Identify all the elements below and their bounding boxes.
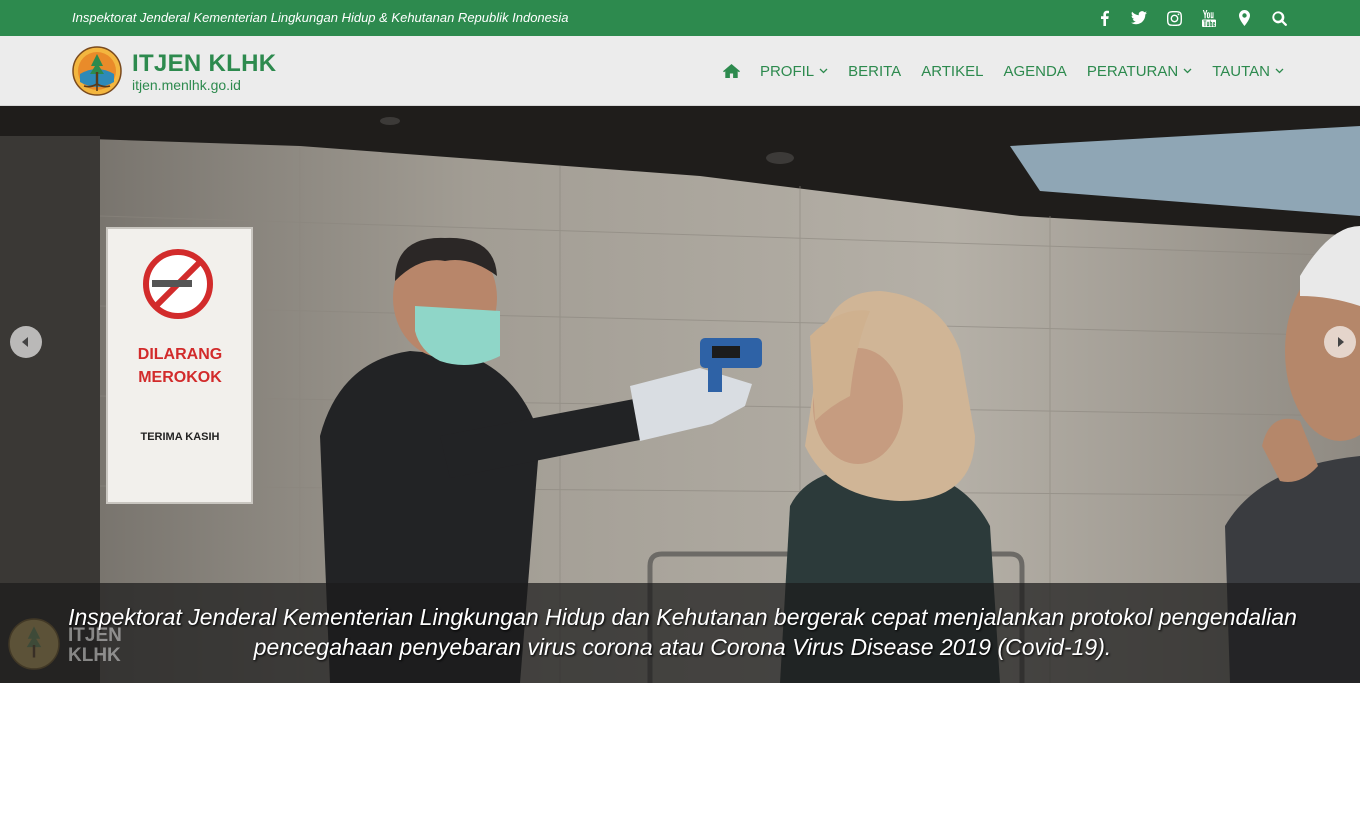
- nav-agenda[interactable]: AGENDA: [1003, 63, 1066, 80]
- youtube-icon[interactable]: [1200, 9, 1218, 27]
- nav-berita[interactable]: BERITA: [848, 63, 901, 80]
- slide-caption: Inspektorat Jenderal Kementerian Lingkun…: [68, 604, 1297, 660]
- klhk-logo[interactable]: [72, 46, 122, 96]
- topbar-tagline: Inspektorat Jenderal Kementerian Lingkun…: [72, 10, 569, 25]
- chevron-down-icon: [1183, 68, 1192, 74]
- watermark-line-2: KLHK: [68, 645, 121, 666]
- nav-artikel-label: ARTIKEL: [921, 62, 984, 80]
- nav-berita-label: BERITA: [848, 62, 902, 80]
- home-icon: [722, 64, 740, 78]
- nav-tautan[interactable]: TAUTAN: [1212, 63, 1284, 80]
- sign-text-2: MEROKOK: [138, 369, 222, 386]
- facebook-icon[interactable]: [1095, 9, 1113, 27]
- arrow-left-icon: [22, 337, 28, 347]
- chevron-down-icon: [819, 68, 828, 74]
- slider-prev-button[interactable]: [10, 326, 42, 358]
- arrow-right-icon: [1338, 337, 1344, 347]
- nav-tautan-label: TAUTAN: [1212, 62, 1270, 80]
- watermark-text: ITJEN KLHK: [68, 626, 122, 666]
- watermark-emblem-icon: [8, 618, 60, 670]
- nav-profil[interactable]: PROFIL: [760, 63, 828, 80]
- nav-peraturan-label: PERATURAN: [1086, 62, 1179, 80]
- sign-text-1: DILARANG: [138, 346, 222, 363]
- top-bar: Inspektorat Jenderal Kementerian Lingkun…: [0, 0, 1360, 36]
- main-nav: PROFIL BERITA ARTIKEL AGENDA PERATURAN T…: [722, 36, 1284, 106]
- hero-slider: DILARANG MEROKOK TERIMA KASIH Inspektora…: [0, 106, 1360, 683]
- twitter-icon[interactable]: [1130, 9, 1148, 27]
- nav-profil-label: PROFIL: [759, 62, 815, 80]
- nav-peraturan[interactable]: PERATURAN: [1087, 63, 1192, 80]
- nav-agenda-label: AGENDA: [1003, 62, 1067, 80]
- site-header: ITJEN KLHK itjen.menlhk.go.id PROFIL BER…: [0, 36, 1360, 106]
- site-title[interactable]: ITJEN KLHK: [132, 50, 276, 78]
- site-url: itjen.menlhk.go.id: [132, 77, 241, 93]
- chevron-down-icon: [1275, 68, 1284, 74]
- watermark-logo: ITJEN KLHK: [8, 618, 133, 674]
- nav-artikel[interactable]: ARTIKEL: [921, 63, 983, 80]
- social-icons: [1095, 0, 1288, 36]
- slider-next-button[interactable]: [1324, 326, 1356, 358]
- instagram-icon[interactable]: [1165, 9, 1183, 27]
- watermark-line-1: ITJEN: [68, 625, 122, 646]
- sign-text-3: TERIMA KASIH: [140, 431, 219, 443]
- nav-home[interactable]: [722, 64, 740, 78]
- search-icon[interactable]: [1270, 9, 1288, 27]
- map-marker-icon[interactable]: [1235, 9, 1253, 27]
